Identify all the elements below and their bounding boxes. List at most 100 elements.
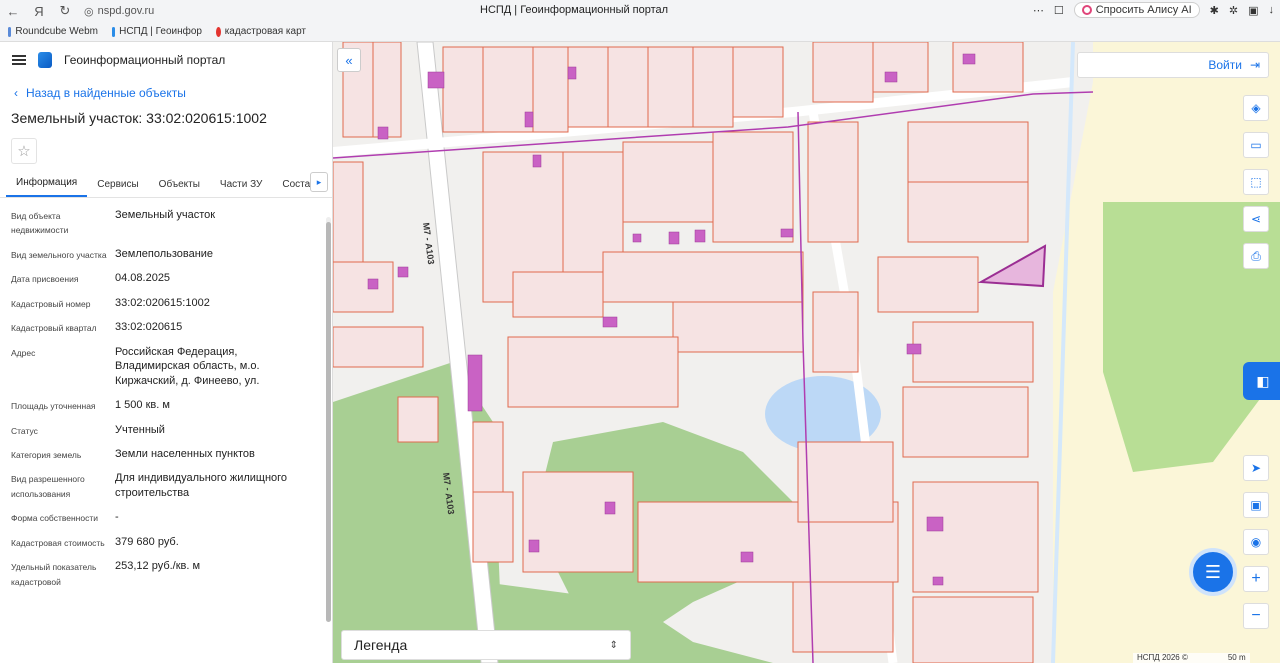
bookmark-roundcube[interactable]: Roundcube Webm bbox=[8, 26, 98, 37]
building[interactable] bbox=[397, 266, 409, 278]
bookmark-nspd[interactable]: НСПД | Геоинфор bbox=[112, 26, 202, 37]
tab-info[interactable]: Информация bbox=[6, 177, 88, 197]
parcel[interactable] bbox=[507, 336, 679, 408]
menu-icon[interactable] bbox=[12, 55, 26, 65]
parcel[interactable] bbox=[602, 251, 804, 303]
layers-icon[interactable]: ◈ bbox=[1243, 95, 1269, 121]
login-button[interactable]: Войти ⇥ bbox=[1077, 52, 1269, 78]
cadastral-map[interactable]: М7 - А103 М7 - А103 « Войти ⇥ ◈ ▭ ⬚ ⋖ ⎙ … bbox=[333, 42, 1280, 663]
zoom-out-icon[interactable]: − bbox=[1243, 603, 1269, 629]
parcel[interactable] bbox=[522, 471, 634, 573]
parcel[interactable] bbox=[397, 396, 439, 443]
print-icon[interactable]: ⎙ bbox=[1243, 243, 1269, 269]
chat-icon[interactable]: ☰ bbox=[1189, 548, 1237, 596]
more-icon[interactable]: ⋯ bbox=[1033, 4, 1044, 17]
share-icon[interactable]: ⋖ bbox=[1243, 206, 1269, 232]
parcel[interactable] bbox=[877, 256, 979, 313]
geolocation-icon[interactable]: ➤ bbox=[1243, 455, 1269, 481]
parcel[interactable] bbox=[907, 181, 1029, 243]
parcel[interactable] bbox=[952, 42, 1024, 93]
collapse-sidebar-icon[interactable]: « bbox=[337, 48, 361, 72]
parcel[interactable] bbox=[812, 42, 874, 103]
building[interactable] bbox=[884, 71, 898, 83]
parcel[interactable] bbox=[333, 326, 424, 368]
parcel[interactable] bbox=[902, 386, 1029, 458]
sidebar-scrollbar-thumb[interactable] bbox=[326, 222, 331, 622]
parcel[interactable] bbox=[622, 141, 714, 223]
parcel[interactable] bbox=[567, 46, 609, 128]
tab-objects[interactable]: Объекты bbox=[149, 179, 210, 197]
building[interactable] bbox=[532, 154, 542, 168]
building[interactable] bbox=[604, 501, 616, 515]
parcel[interactable] bbox=[912, 596, 1034, 663]
favorite-star-icon[interactable]: ☆ bbox=[11, 138, 37, 164]
building[interactable] bbox=[932, 576, 944, 586]
parcel[interactable] bbox=[472, 491, 514, 563]
building[interactable] bbox=[377, 126, 389, 140]
building[interactable] bbox=[528, 539, 540, 553]
address-bar[interactable]: ◎ nspd.gov.ru bbox=[84, 5, 154, 18]
tab-services[interactable]: Сервисы bbox=[87, 179, 148, 197]
building[interactable] bbox=[906, 343, 922, 355]
parcel[interactable] bbox=[907, 121, 1029, 183]
building[interactable] bbox=[602, 316, 618, 328]
parcel[interactable] bbox=[647, 46, 694, 128]
property-label: Вид разрешенного использования bbox=[11, 474, 85, 499]
legend-dropdown[interactable]: Легенда ⇕ bbox=[341, 630, 631, 660]
parcel[interactable] bbox=[692, 46, 734, 128]
parcel[interactable] bbox=[807, 121, 859, 243]
screenshot-icon[interactable]: ▣ bbox=[1248, 4, 1258, 17]
building[interactable] bbox=[427, 71, 445, 89]
side-panel-tab-icon[interactable]: ◧ bbox=[1243, 362, 1280, 400]
parcel[interactable] bbox=[672, 301, 804, 353]
parcel[interactable] bbox=[797, 441, 894, 523]
building[interactable] bbox=[632, 233, 642, 243]
reload-icon[interactable]: ↻ bbox=[52, 3, 78, 19]
download-icon[interactable]: ↓ bbox=[1269, 4, 1275, 16]
puzzle-icon[interactable]: ✲ bbox=[1229, 4, 1238, 17]
ruler-icon[interactable]: ▭ bbox=[1243, 132, 1269, 158]
window-title: НСПД | Геоинформационный портал bbox=[480, 4, 669, 16]
parcel[interactable] bbox=[442, 46, 484, 133]
building[interactable] bbox=[367, 278, 379, 290]
parcel[interactable] bbox=[792, 581, 894, 653]
extension-icon[interactable]: ✱ bbox=[1210, 4, 1219, 17]
minimap-icon[interactable]: ▣ bbox=[1243, 492, 1269, 518]
parcel[interactable] bbox=[607, 46, 649, 128]
parcel[interactable] bbox=[812, 291, 859, 373]
parcel[interactable] bbox=[912, 321, 1034, 383]
building[interactable] bbox=[668, 231, 680, 245]
parcel[interactable] bbox=[372, 42, 402, 138]
parcel[interactable] bbox=[472, 421, 504, 493]
parcel[interactable] bbox=[712, 131, 794, 243]
building[interactable] bbox=[467, 354, 483, 412]
parcel[interactable] bbox=[333, 161, 364, 273]
back-to-results-link[interactable]: ‹ Назад в найденные объекты bbox=[0, 86, 332, 100]
map-canvas[interactable] bbox=[333, 42, 1280, 663]
building[interactable] bbox=[524, 111, 534, 128]
building[interactable] bbox=[694, 229, 706, 243]
bookmark-icon[interactable]: ☐ bbox=[1054, 4, 1064, 17]
site-info-icon[interactable]: ◎ bbox=[84, 5, 94, 18]
tabs-next-icon[interactable]: ▸ bbox=[310, 172, 328, 192]
building[interactable] bbox=[780, 228, 794, 238]
zoom-in-icon[interactable]: + bbox=[1243, 566, 1269, 592]
location-pin-icon[interactable]: ◉ bbox=[1243, 529, 1269, 555]
yandex-icon[interactable]: Я bbox=[26, 4, 52, 19]
parcel[interactable] bbox=[732, 46, 784, 118]
building[interactable] bbox=[926, 516, 944, 532]
building[interactable] bbox=[962, 53, 976, 65]
building[interactable] bbox=[567, 66, 577, 80]
parcel[interactable] bbox=[532, 46, 569, 133]
parcel[interactable] bbox=[512, 271, 604, 318]
alisa-button[interactable]: Спросить Алису AI bbox=[1073, 2, 1200, 18]
back-arrow-icon[interactable]: ← bbox=[0, 4, 26, 19]
parcel[interactable] bbox=[872, 42, 929, 93]
parcel[interactable] bbox=[333, 261, 394, 313]
object-tabs: Информация Сервисы Объекты Части ЗУ Сост… bbox=[0, 172, 332, 198]
select-area-icon[interactable]: ⬚ bbox=[1243, 169, 1269, 195]
building[interactable] bbox=[740, 551, 754, 563]
parcel[interactable] bbox=[912, 481, 1039, 593]
bookmark-cadastral-map[interactable]: кадастровая карт bbox=[216, 26, 306, 37]
tab-parts[interactable]: Части ЗУ bbox=[210, 179, 272, 197]
